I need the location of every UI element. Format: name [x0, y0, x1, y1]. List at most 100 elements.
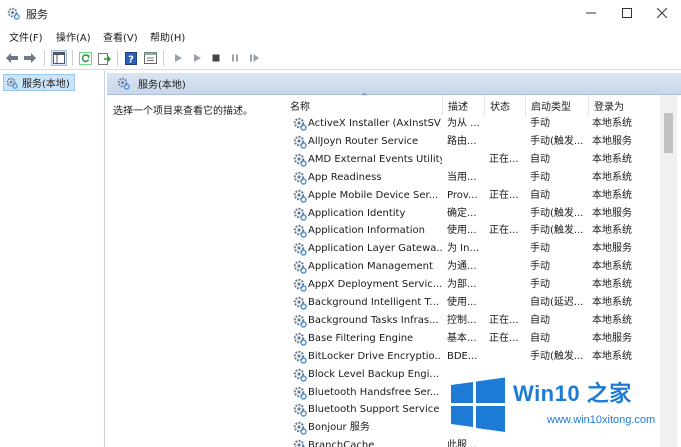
service-row[interactable]: Background Tasks Infras... 控制... 正在... 自动 本地…	[285, 312, 659, 330]
menu-help[interactable]: 帮助(H)	[150, 29, 185, 44]
service-log-on-as: 本地系统	[592, 314, 632, 326]
service-gear-icon	[293, 224, 307, 239]
minimize-button[interactable]	[574, 0, 608, 26]
service-gear-icon	[293, 278, 307, 292]
service-log-on-as: 本地系统	[592, 153, 632, 165]
service-status: 正在...	[489, 153, 519, 165]
service-gear-icon	[293, 189, 307, 203]
service-status	[489, 258, 525, 276]
show-hide-tree-button[interactable]	[51, 50, 67, 66]
service-gear-icon	[293, 296, 307, 310]
title-bar: 服务	[0, 0, 681, 26]
service-description: 使用...	[447, 225, 477, 237]
service-gear-icon	[293, 242, 307, 256]
service-startup-type: 手动	[530, 279, 550, 291]
column-header-log-on-as[interactable]: 登录为	[589, 95, 659, 115]
service-name: Bluetooth Handsfree Ser...	[308, 386, 440, 398]
window-title: 服务	[26, 8, 48, 21]
service-gear-icon	[293, 117, 307, 131]
service-startup-type: 自动(延迟...	[530, 297, 584, 308]
service-gear-icon	[293, 260, 307, 274]
scrollbar-thumb[interactable]	[664, 113, 673, 153]
play-icon	[175, 54, 182, 62]
service-log-on-as: 本地系统	[592, 297, 632, 308]
service-row[interactable]: Base Filtering Engine 基本... 正在... 自动 本地服务	[285, 330, 659, 348]
panel-title: 服务(本地)	[138, 80, 186, 91]
watermark-title: Win10 之家	[513, 381, 632, 406]
service-row[interactable]: App Readiness 当用... 手动 本地系统	[285, 169, 659, 187]
service-row[interactable]: Apple Mobile Device Ser... Prov... 正在... 自动…	[285, 187, 659, 205]
service-description: BDE...	[447, 350, 478, 362]
description-hint: 选择一个项目来查看它的描述。	[113, 106, 253, 117]
back-button[interactable]	[4, 50, 20, 66]
properties-button[interactable]	[142, 50, 158, 66]
properties-icon	[143, 52, 157, 64]
service-name: Block Level Backup Engi...	[308, 368, 439, 380]
service-gear-icon	[293, 135, 307, 149]
services-panel-header: 服务(本地)	[107, 73, 681, 95]
service-status: 正在...	[489, 225, 519, 237]
column-header-description[interactable]: 描述	[443, 95, 485, 115]
start-service-alt-button[interactable]	[189, 50, 205, 66]
start-service-button[interactable]	[170, 50, 186, 66]
service-row[interactable]: Application Identity 确定... 手动(触发... 本地服务	[285, 205, 659, 223]
service-row[interactable]: AppX Deployment Servic... 为部... 手动 本地系统	[285, 276, 659, 294]
help-icon: ?	[125, 51, 137, 65]
menu-file[interactable]: 文件(F)	[9, 29, 43, 44]
service-description	[447, 151, 485, 169]
service-gear-icon	[293, 314, 307, 328]
service-description: Prov...	[447, 189, 478, 201]
service-name: AllJoyn Router Service	[308, 135, 419, 147]
service-name: Bluetooth Support Service	[308, 404, 440, 416]
description-pane: 选择一个项目来查看它的描述。	[107, 95, 285, 447]
close-button[interactable]	[645, 0, 679, 26]
tree-item-label: 服务(本地)	[22, 79, 70, 90]
service-gear-icon	[293, 153, 307, 167]
service-status	[489, 115, 525, 133]
service-description: 为部...	[447, 279, 477, 291]
service-row[interactable]: Application Information 使用... 正在... 手动(触发..…	[285, 222, 659, 240]
service-startup-type: 手动(触发...	[530, 207, 584, 219]
service-row[interactable]: BitLocker Drive Encryptio... BDE... 手动(触发.…	[285, 348, 659, 366]
restart-service-button[interactable]	[246, 50, 262, 66]
service-row[interactable]: Background Intelligent T... 使用... 自动(延迟...…	[285, 294, 659, 312]
service-name: BitLocker Drive Encryptio...	[308, 350, 442, 362]
service-log-on-as: 本地服务	[592, 243, 632, 255]
close-icon	[657, 8, 667, 18]
refresh-button[interactable]	[77, 50, 93, 66]
console-tree-pane: 服务(本地)	[0, 71, 105, 447]
pause-service-button[interactable]	[227, 50, 243, 66]
forward-button[interactable]	[22, 50, 38, 66]
help-button[interactable]: ?	[123, 50, 139, 66]
service-status	[489, 276, 525, 294]
play-alt-icon	[194, 54, 201, 62]
restart-icon	[249, 54, 259, 62]
column-header-name[interactable]: 名称 ^	[285, 92, 443, 115]
service-row[interactable]: Application Layer Gatewa... 为 In... 手动 本地服务	[285, 240, 659, 258]
menu-view[interactable]: 查看(V)	[103, 29, 138, 44]
service-startup-type: 手动	[530, 171, 550, 183]
service-gear-icon	[293, 332, 307, 346]
column-header-startup-type[interactable]: 启动类型	[526, 95, 589, 115]
service-row[interactable]: AMD External Events Utility 正在... 自动 本地系统	[285, 151, 659, 169]
stop-service-button[interactable]	[208, 50, 224, 66]
service-row[interactable]: Application Management 为通... 手动 本地系统	[285, 258, 659, 276]
menu-bar: 文件(F) 操作(A) 查看(V) 帮助(H)	[0, 26, 681, 46]
tree-item-services-local[interactable]: 服务(本地)	[3, 74, 75, 91]
service-startup-type: 自动	[530, 314, 550, 326]
service-row[interactable]: AllJoyn Router Service 路由... 手动(触发... 本地服务	[285, 133, 659, 151]
export-list-button[interactable]	[96, 50, 112, 66]
service-log-on-as: 本地系统	[592, 279, 632, 291]
service-startup-type: 手动(触发...	[530, 350, 584, 362]
service-row[interactable]: ActiveX Installer (AxInstSV) 为从 ... 手动 本地系统	[285, 115, 659, 133]
column-header-status[interactable]: 状态	[485, 95, 526, 115]
service-name: Background Intelligent T...	[308, 297, 439, 308]
forward-arrow-icon	[24, 53, 36, 63]
service-gear-icon	[293, 368, 307, 382]
maximize-button[interactable]	[610, 0, 644, 26]
service-name: Application Information	[308, 225, 425, 237]
menu-action[interactable]: 操作(A)	[56, 29, 91, 44]
service-startup-type: 手动(触发...	[530, 135, 584, 147]
service-status	[489, 169, 525, 187]
service-log-on-as: 本地服务	[592, 135, 632, 147]
